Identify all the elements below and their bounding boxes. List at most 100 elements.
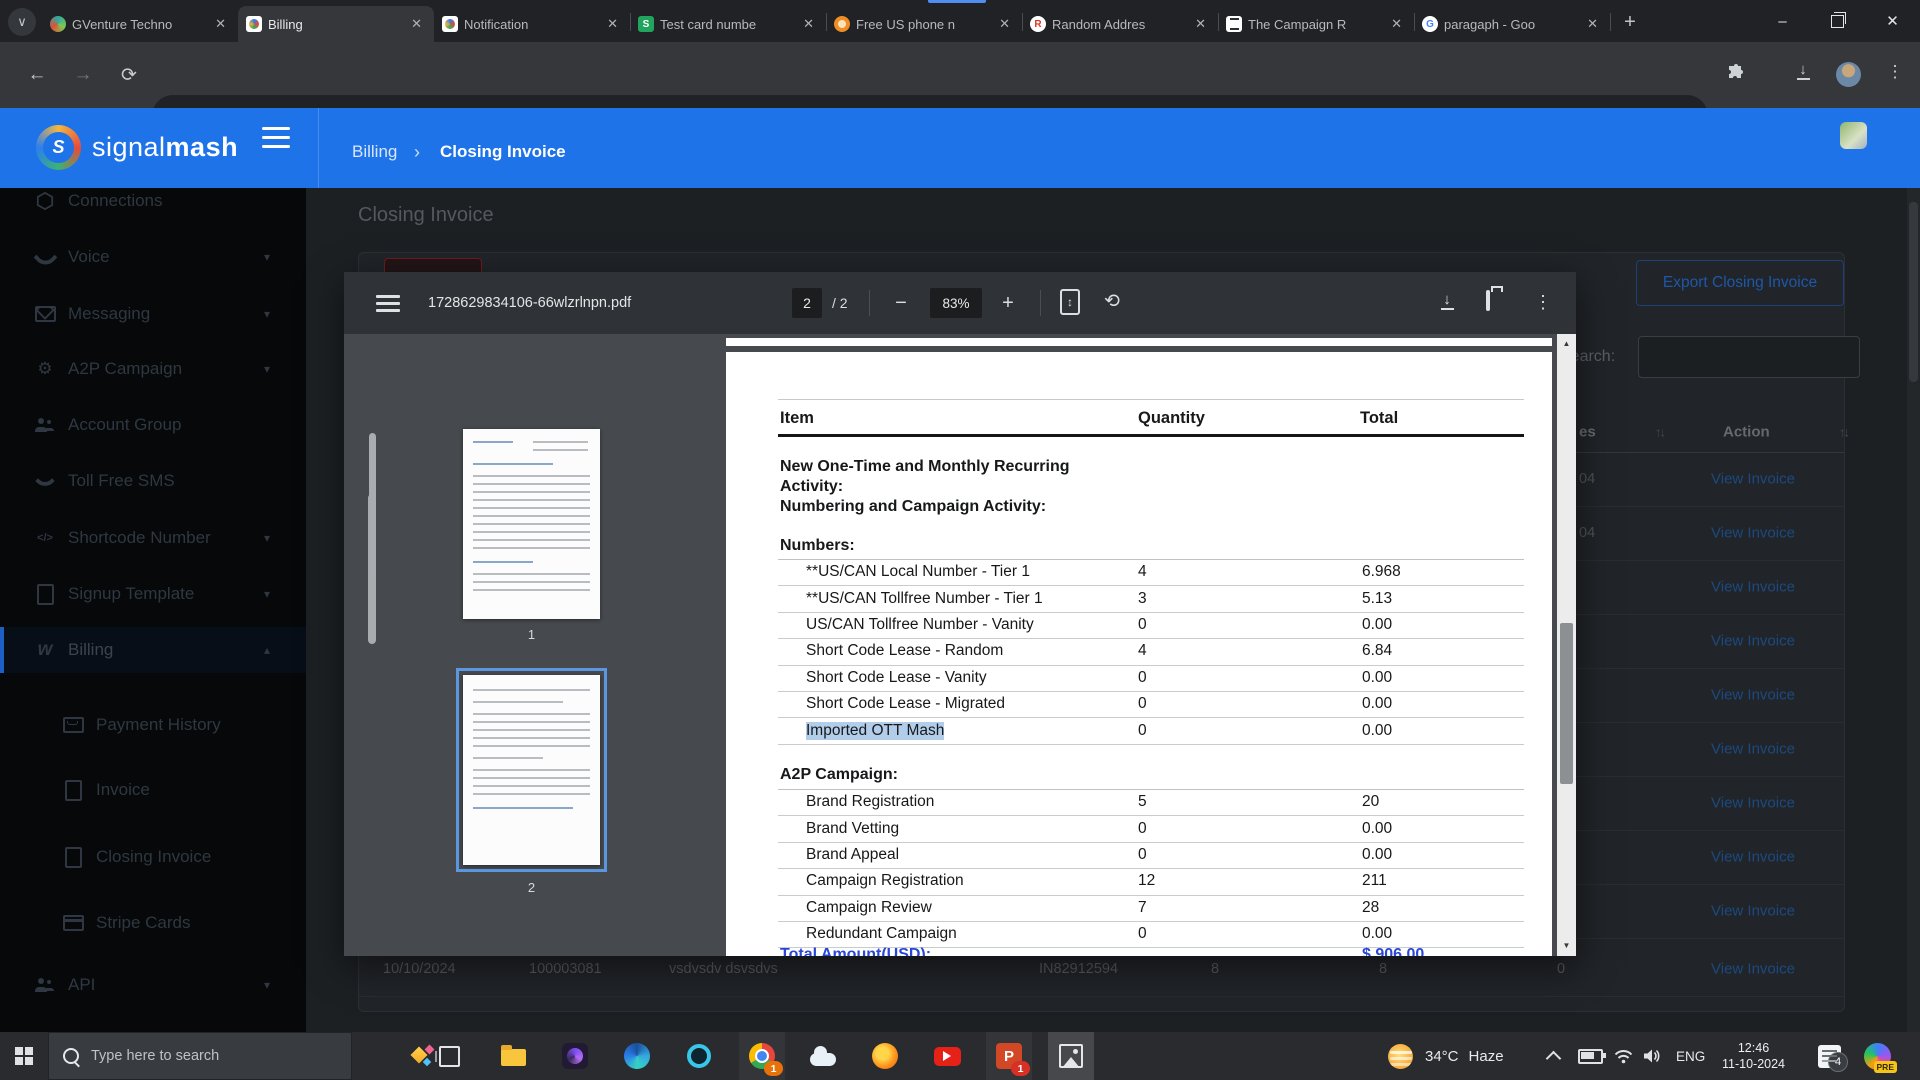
- tab-search-button[interactable]: ∨: [8, 8, 36, 36]
- view-invoice-link[interactable]: View Invoice: [1711, 579, 1795, 596]
- sidebar-item-billing[interactable]: w Billing ▴: [0, 627, 306, 673]
- sort-icon[interactable]: ↑↓: [1839, 425, 1848, 440]
- pdf-menu-icon[interactable]: [376, 295, 400, 316]
- rotate-icon[interactable]: ⟲: [1104, 290, 1120, 313]
- language-indicator[interactable]: ENG: [1676, 1032, 1705, 1080]
- browser-profile-avatar[interactable]: [1836, 62, 1861, 87]
- user-avatar[interactable]: [1840, 122, 1867, 149]
- search-input[interactable]: [1638, 336, 1860, 378]
- view-invoice-link[interactable]: View Invoice: [1711, 795, 1795, 812]
- sidebar-item-stripe-cards[interactable]: Stripe Cards: [0, 900, 306, 946]
- taskbar-photos[interactable]: [1048, 1032, 1094, 1080]
- weather-widget[interactable]: 34°C Haze: [1388, 1032, 1504, 1080]
- sidebar-item-toll-free-sms[interactable]: Toll Free SMS: [0, 458, 306, 504]
- close-tab-icon[interactable]: ✕: [211, 16, 230, 32]
- tray-overflow-button[interactable]: [1548, 1032, 1559, 1080]
- extensions-icon[interactable]: [1726, 64, 1746, 84]
- clock[interactable]: 12:46 11-10-2024: [1722, 1032, 1785, 1080]
- export-closing-invoice-button[interactable]: Export Closing Invoice: [1636, 260, 1844, 306]
- print-icon[interactable]: [1486, 292, 1490, 310]
- close-tab-icon[interactable]: ✕: [799, 16, 818, 32]
- taskbar-firefox[interactable]: [862, 1032, 908, 1080]
- start-button[interactable]: [0, 1032, 48, 1080]
- view-invoice-link[interactable]: View Invoice: [1711, 741, 1795, 758]
- taskbar-search[interactable]: Type here to search: [48, 1032, 352, 1080]
- column-header-taxes[interactable]: es: [1579, 424, 1596, 441]
- zoom-in-button[interactable]: +: [996, 288, 1020, 318]
- pdf-thumbnail-page-2-selected[interactable]: [456, 668, 607, 872]
- forward-button[interactable]: →: [68, 60, 98, 90]
- downloads-icon[interactable]: ↓: [1792, 62, 1814, 84]
- sidebar-item-closing-invoice[interactable]: Closing Invoice: [0, 834, 306, 880]
- sidebar-item-messaging[interactable]: Messaging ▾: [0, 291, 306, 337]
- pdf-scrollbar[interactable]: ▲ ▼: [1557, 334, 1576, 956]
- pdf-more-icon[interactable]: ⋮: [1534, 292, 1552, 313]
- new-tab-button[interactable]: +: [1616, 8, 1644, 36]
- zoom-level[interactable]: 83%: [930, 288, 982, 318]
- taskbar-dark-app[interactable]: [552, 1032, 598, 1080]
- close-tab-icon[interactable]: ✕: [1387, 16, 1406, 32]
- tab-google-paragraph[interactable]: G paragaph - Goo ✕: [1414, 6, 1610, 42]
- taskbar-file-explorer[interactable]: [490, 1032, 536, 1080]
- tab-campaign-registry[interactable]: The Campaign R ✕: [1218, 6, 1414, 42]
- view-invoice-link[interactable]: View Invoice: [1711, 961, 1795, 978]
- back-button[interactable]: ←: [22, 60, 52, 90]
- close-tab-icon[interactable]: ✕: [407, 16, 426, 32]
- close-tab-icon[interactable]: ✕: [1191, 16, 1210, 32]
- fit-to-page-icon[interactable]: ↕: [1060, 289, 1080, 315]
- close-tab-icon[interactable]: ✕: [1583, 16, 1602, 32]
- minimize-button[interactable]: –: [1755, 0, 1810, 42]
- sidebar-item-api[interactable]: API ▾: [0, 962, 306, 1008]
- close-tab-icon[interactable]: ✕: [603, 16, 622, 32]
- sidebar-item-invoice[interactable]: Invoice: [0, 767, 306, 813]
- tab-gventure[interactable]: GVenture Techno ✕: [42, 6, 238, 42]
- taskbar-cloud-app[interactable]: [800, 1032, 846, 1080]
- view-invoice-link[interactable]: View Invoice: [1711, 633, 1795, 650]
- copilot-button[interactable]: PRE: [1864, 1032, 1891, 1080]
- view-invoice-link[interactable]: View Invoice: [1711, 525, 1795, 542]
- taskbar-youtube[interactable]: [924, 1032, 970, 1080]
- page-scrollbar[interactable]: [1907, 188, 1920, 1032]
- browser-menu-icon[interactable]: ⋮: [1884, 62, 1906, 82]
- pdf-page-input[interactable]: 2: [792, 288, 822, 318]
- breadcrumb-section[interactable]: Billing: [352, 142, 397, 162]
- sidebar-item-voice[interactable]: Voice ▾: [0, 234, 306, 280]
- taskbar-powerpoint[interactable]: P 1: [986, 1032, 1032, 1080]
- view-invoice-link[interactable]: View Invoice: [1711, 471, 1795, 488]
- scrollbar-thumb[interactable]: [1560, 623, 1573, 784]
- column-header-action[interactable]: Action: [1723, 424, 1770, 441]
- scroll-up-icon[interactable]: ▲: [1557, 339, 1576, 348]
- signalmash-logo-icon[interactable]: S: [36, 125, 81, 170]
- task-view-button[interactable]: [426, 1032, 472, 1080]
- tab-notification[interactable]: Notification ✕: [434, 6, 630, 42]
- taskbar-edge[interactable]: [614, 1032, 660, 1080]
- sidebar-item-account-group[interactable]: Account Group: [0, 402, 306, 448]
- pdf-thumbnail-page-1[interactable]: [463, 429, 600, 619]
- tab-random-address[interactable]: R Random Addres ✕: [1022, 6, 1218, 42]
- taskbar-chrome[interactable]: 1: [739, 1032, 785, 1080]
- panel-scrollbar[interactable]: [369, 433, 376, 578]
- view-invoice-link[interactable]: View Invoice: [1711, 903, 1795, 920]
- restore-button[interactable]: [1810, 0, 1865, 42]
- sidebar-toggle-icon[interactable]: [262, 127, 290, 154]
- sort-icon[interactable]: ↑↓: [1655, 425, 1664, 440]
- zoom-out-button[interactable]: −: [889, 288, 913, 318]
- brand-wordmark[interactable]: signalmash: [92, 132, 238, 163]
- sidebar-item-a2p-campaign[interactable]: ⚙ A2P Campaign ▾: [0, 346, 306, 392]
- sidebar-item-payment-history[interactable]: Payment History: [0, 702, 306, 748]
- view-invoice-link[interactable]: View Invoice: [1711, 849, 1795, 866]
- action-center-button[interactable]: 4: [1818, 1032, 1841, 1080]
- tab-test-card[interactable]: S Test card numbe ✕: [630, 6, 826, 42]
- close-window-button[interactable]: ✕: [1865, 0, 1920, 42]
- tab-free-us-phone[interactable]: Free US phone n ✕: [826, 6, 1022, 42]
- pdf-download-icon[interactable]: ↓: [1436, 292, 1458, 310]
- reload-button[interactable]: ⟳: [114, 60, 144, 90]
- network-indicator[interactable]: [1614, 1032, 1633, 1080]
- sidebar-item-shortcode-number[interactable]: </> Shortcode Number ▾: [0, 515, 306, 561]
- view-invoice-link[interactable]: View Invoice: [1711, 687, 1795, 704]
- volume-indicator[interactable]: [1643, 1032, 1662, 1080]
- sidebar-item-signup-template[interactable]: Signup Template ▾: [0, 571, 306, 617]
- battery-indicator[interactable]: [1578, 1032, 1603, 1080]
- tab-billing-active[interactable]: Billing ✕: [238, 6, 434, 42]
- taskbar-cyan-app[interactable]: [676, 1032, 722, 1080]
